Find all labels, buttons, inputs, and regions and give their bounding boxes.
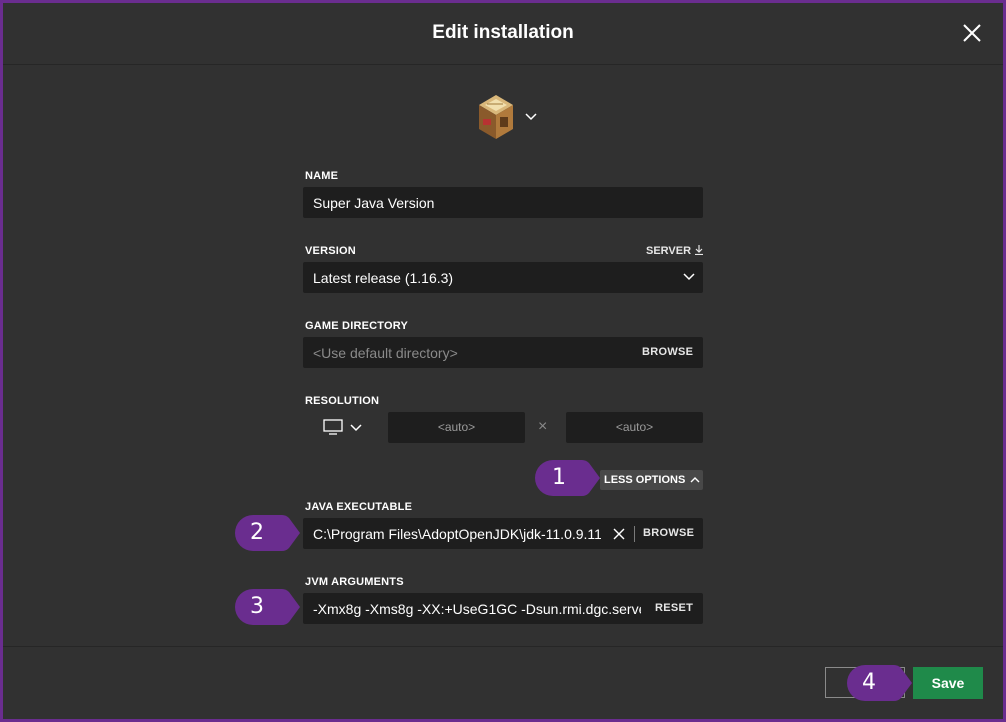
name-input[interactable]: Super Java Version (303, 187, 703, 218)
callout-marker-3: 3 (232, 586, 302, 633)
jvm-arguments-input[interactable]: -Xmx8g -Xms8g -XX:+UseG1GC -Dsun.rmi.dgc… (303, 593, 703, 624)
installation-icon-picker[interactable] (473, 91, 553, 147)
jvm-arguments-value: -Xmx8g -Xms8g -XX:+UseG1GC -Dsun.rmi.dgc… (313, 601, 641, 617)
java-executable-input[interactable]: C:\Program Files\AdoptOpenJDK\jdk-11.0.9… (303, 518, 703, 549)
crafting-table-icon (479, 95, 513, 139)
callout-number: 4 (862, 670, 876, 695)
footer-divider (3, 646, 1003, 647)
clear-icon[interactable] (613, 528, 625, 540)
game-directory-browse-button[interactable]: BROWSE (642, 346, 693, 358)
chevron-up-icon (690, 477, 700, 483)
dialog-title: Edit installation (432, 22, 574, 43)
game-directory-label: GAME DIRECTORY (305, 320, 409, 332)
java-executable-browse-button[interactable]: BROWSE (643, 527, 694, 539)
download-icon (695, 245, 704, 256)
game-directory-input[interactable]: <Use default directory> BROWSE (303, 337, 703, 368)
jvm-arguments-reset-button[interactable]: RESET (655, 602, 693, 614)
version-select[interactable]: Latest release (1.16.3) (303, 262, 703, 293)
close-icon[interactable] (961, 22, 983, 44)
server-download-link[interactable]: SERVER (646, 245, 704, 257)
less-options-toggle[interactable]: LESS OPTIONS (600, 470, 703, 490)
version-label: VERSION (305, 245, 356, 257)
java-executable-label: JAVA EXECUTABLE (305, 501, 413, 513)
less-options-label: LESS OPTIONS (604, 474, 686, 486)
field-divider (634, 526, 635, 542)
game-directory-placeholder: <Use default directory> (313, 345, 458, 361)
save-button[interactable]: Save (913, 667, 983, 699)
monitor-icon (323, 419, 343, 435)
callout-number: 2 (250, 520, 264, 545)
version-value: Latest release (1.16.3) (313, 270, 454, 286)
resolution-width-input[interactable]: <auto> (388, 412, 525, 443)
edit-installation-dialog: Edit installation NAME Super Java Versio… (3, 3, 1003, 719)
callout-number: 3 (250, 594, 264, 619)
chevron-down-icon (350, 424, 362, 432)
dialog-header: Edit installation (3, 3, 1003, 65)
chevron-down-icon (683, 273, 695, 281)
jvm-arguments-label: JVM ARGUMENTS (305, 576, 404, 588)
name-value: Super Java Version (313, 195, 435, 211)
callout-number: 1 (552, 465, 566, 490)
callout-marker-2: 2 (232, 512, 302, 559)
resolution-height-input[interactable]: <auto> (566, 412, 703, 443)
resolution-preset-dropdown[interactable] (323, 419, 362, 440)
java-executable-value: C:\Program Files\AdoptOpenJDK\jdk-11.0.9… (313, 526, 601, 542)
resolution-label: RESOLUTION (305, 395, 380, 407)
server-link-label: SERVER (646, 245, 692, 257)
chevron-down-icon[interactable] (525, 113, 537, 121)
callout-marker-4: 4 (844, 662, 914, 709)
callout-marker-1: 1 (532, 457, 602, 504)
resolution-separator: × (538, 418, 548, 435)
name-label: NAME (305, 170, 339, 182)
